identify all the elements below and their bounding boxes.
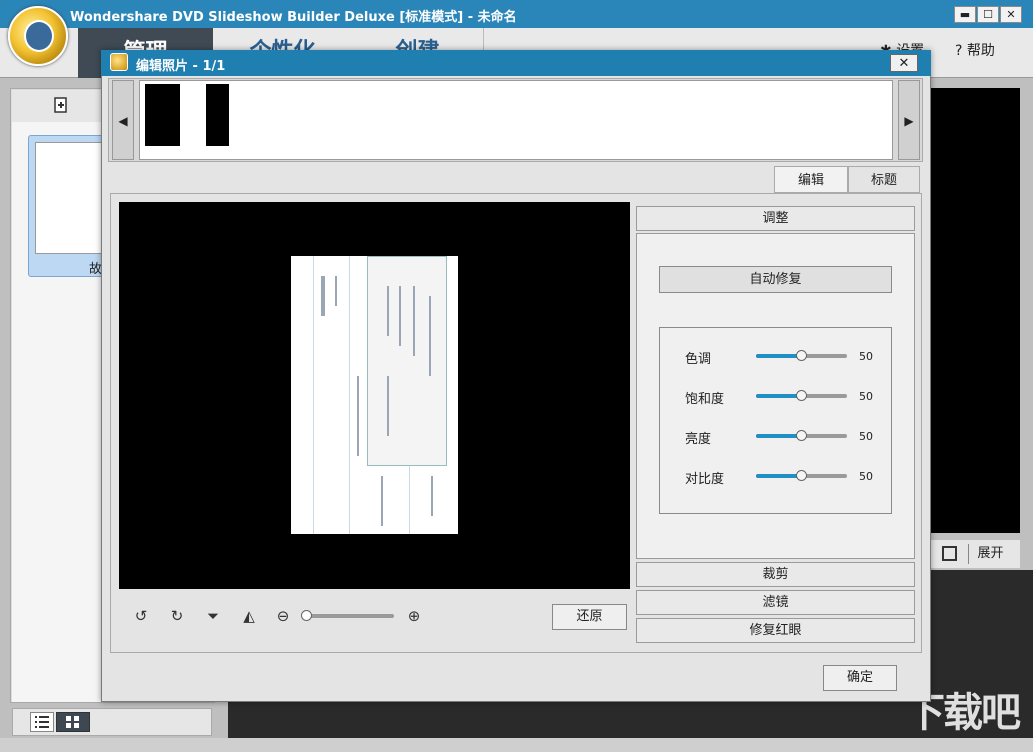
filmstrip-prev-button[interactable]: ◀ (112, 80, 134, 160)
flip-vertical-icon[interactable]: ⏷ (202, 606, 224, 626)
flip-horizontal-icon[interactable]: ◭ (238, 606, 260, 626)
contrast-label: 对比度 (685, 468, 724, 487)
rotate-right-icon[interactable]: ↻ (166, 606, 188, 626)
tab-title[interactable]: 标题 (848, 166, 920, 193)
brightness-label: 亮度 (685, 428, 711, 447)
tab-edit[interactable]: 编辑 (774, 166, 848, 193)
maximize-button[interactable]: ☐ (977, 6, 999, 23)
restore-button[interactable]: 还原 (552, 604, 627, 630)
brightness-value: 50 (859, 430, 873, 443)
minimize-button[interactable]: ▬ (954, 6, 976, 23)
saturation-label: 饱和度 (685, 388, 724, 407)
close-button[interactable]: ✕ (1000, 6, 1022, 23)
dialog-app-icon (110, 53, 128, 71)
grid-view-icon[interactable] (56, 712, 90, 732)
brightness-slider-handle[interactable] (796, 430, 807, 441)
dialog-close-button[interactable]: ✕ (890, 54, 918, 72)
filmstrip-thumbnail[interactable] (145, 84, 229, 146)
main-preview (930, 88, 1020, 533)
app-title: Wondershare DVD Slideshow Builder Deluxe… (70, 6, 517, 25)
dialog-titlebar (101, 50, 931, 76)
add-file-icon[interactable] (52, 96, 70, 114)
red-eye-section-header[interactable]: 修复红眼 (636, 618, 915, 643)
rotate-left-icon[interactable]: ↺ (130, 606, 152, 626)
hue-value: 50 (859, 350, 873, 363)
adjust-section-header[interactable]: 调整 (636, 206, 915, 231)
contrast-value: 50 (859, 470, 873, 483)
auto-fix-button[interactable]: 自动修复 (659, 266, 892, 293)
dialog-title: 编辑照片 - 1/1 (136, 55, 225, 74)
filter-section-header[interactable]: 滤镜 (636, 590, 915, 615)
zoom-slider-handle[interactable] (301, 610, 312, 621)
zoom-slider[interactable] (304, 614, 394, 618)
filmstrip-next-button[interactable]: ▶ (898, 80, 920, 160)
expand-icon[interactable] (942, 546, 957, 561)
help-menu[interactable]: ? 帮助 (955, 40, 995, 60)
saturation-value: 50 (859, 390, 873, 403)
hue-label: 色调 (685, 348, 711, 367)
status-strip (0, 738, 1033, 752)
saturation-slider-handle[interactable] (796, 390, 807, 401)
help-icon: ? (955, 43, 962, 59)
ok-button[interactable]: 确定 (823, 665, 897, 691)
contrast-slider-handle[interactable] (796, 470, 807, 481)
hue-slider-handle[interactable] (796, 350, 807, 361)
help-label: 帮助 (967, 43, 995, 59)
expand-button[interactable]: 展开 (968, 544, 1012, 564)
app-logo (8, 6, 68, 66)
filmstrip-area (139, 80, 893, 160)
zoom-out-icon[interactable]: ⊖ (272, 606, 294, 626)
crop-section-header[interactable]: 裁剪 (636, 562, 915, 587)
photo-image (291, 256, 458, 534)
list-view-icon[interactable] (30, 712, 54, 732)
zoom-in-icon[interactable]: ⊕ (403, 606, 425, 626)
